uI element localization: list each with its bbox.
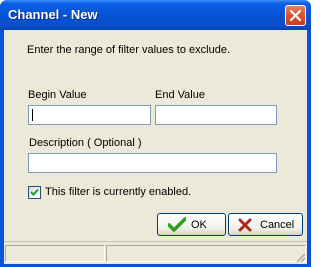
- title-bar[interactable]: Channel - New: [0, 0, 311, 30]
- enabled-label[interactable]: This filter is currently enabled.: [45, 186, 191, 198]
- text-caret: [32, 109, 33, 121]
- dialog-window: Channel - New Enter the range of filter …: [0, 0, 311, 267]
- end-value-input[interactable]: [155, 105, 277, 125]
- begin-value-input[interactable]: [28, 105, 151, 125]
- dialog-body: Enter the range of filter values to excl…: [4, 30, 307, 264]
- status-panel: [5, 245, 105, 262]
- checkmark-icon: [168, 217, 186, 232]
- description-input[interactable]: [28, 153, 277, 173]
- description-label: Description ( Optional ): [29, 137, 142, 149]
- status-panel: [106, 245, 306, 262]
- begin-value-label: Begin Value: [28, 89, 87, 101]
- status-bar: [4, 241, 307, 264]
- end-value-label: End Value: [155, 89, 205, 101]
- enabled-checkbox[interactable]: [28, 186, 41, 199]
- ok-label: OK: [191, 219, 207, 231]
- checkmark-icon: [30, 188, 39, 196]
- instruction-text: Enter the range of filter values to excl…: [27, 44, 231, 56]
- cancel-label: Cancel: [260, 219, 295, 231]
- ok-button[interactable]: OK: [157, 213, 226, 236]
- window-title: Channel - New: [8, 7, 98, 22]
- cancel-button[interactable]: Cancel: [228, 213, 303, 236]
- resize-grip-icon[interactable]: [294, 251, 306, 263]
- close-button[interactable]: [285, 5, 306, 26]
- x-icon: [238, 218, 252, 232]
- close-icon: [290, 10, 301, 21]
